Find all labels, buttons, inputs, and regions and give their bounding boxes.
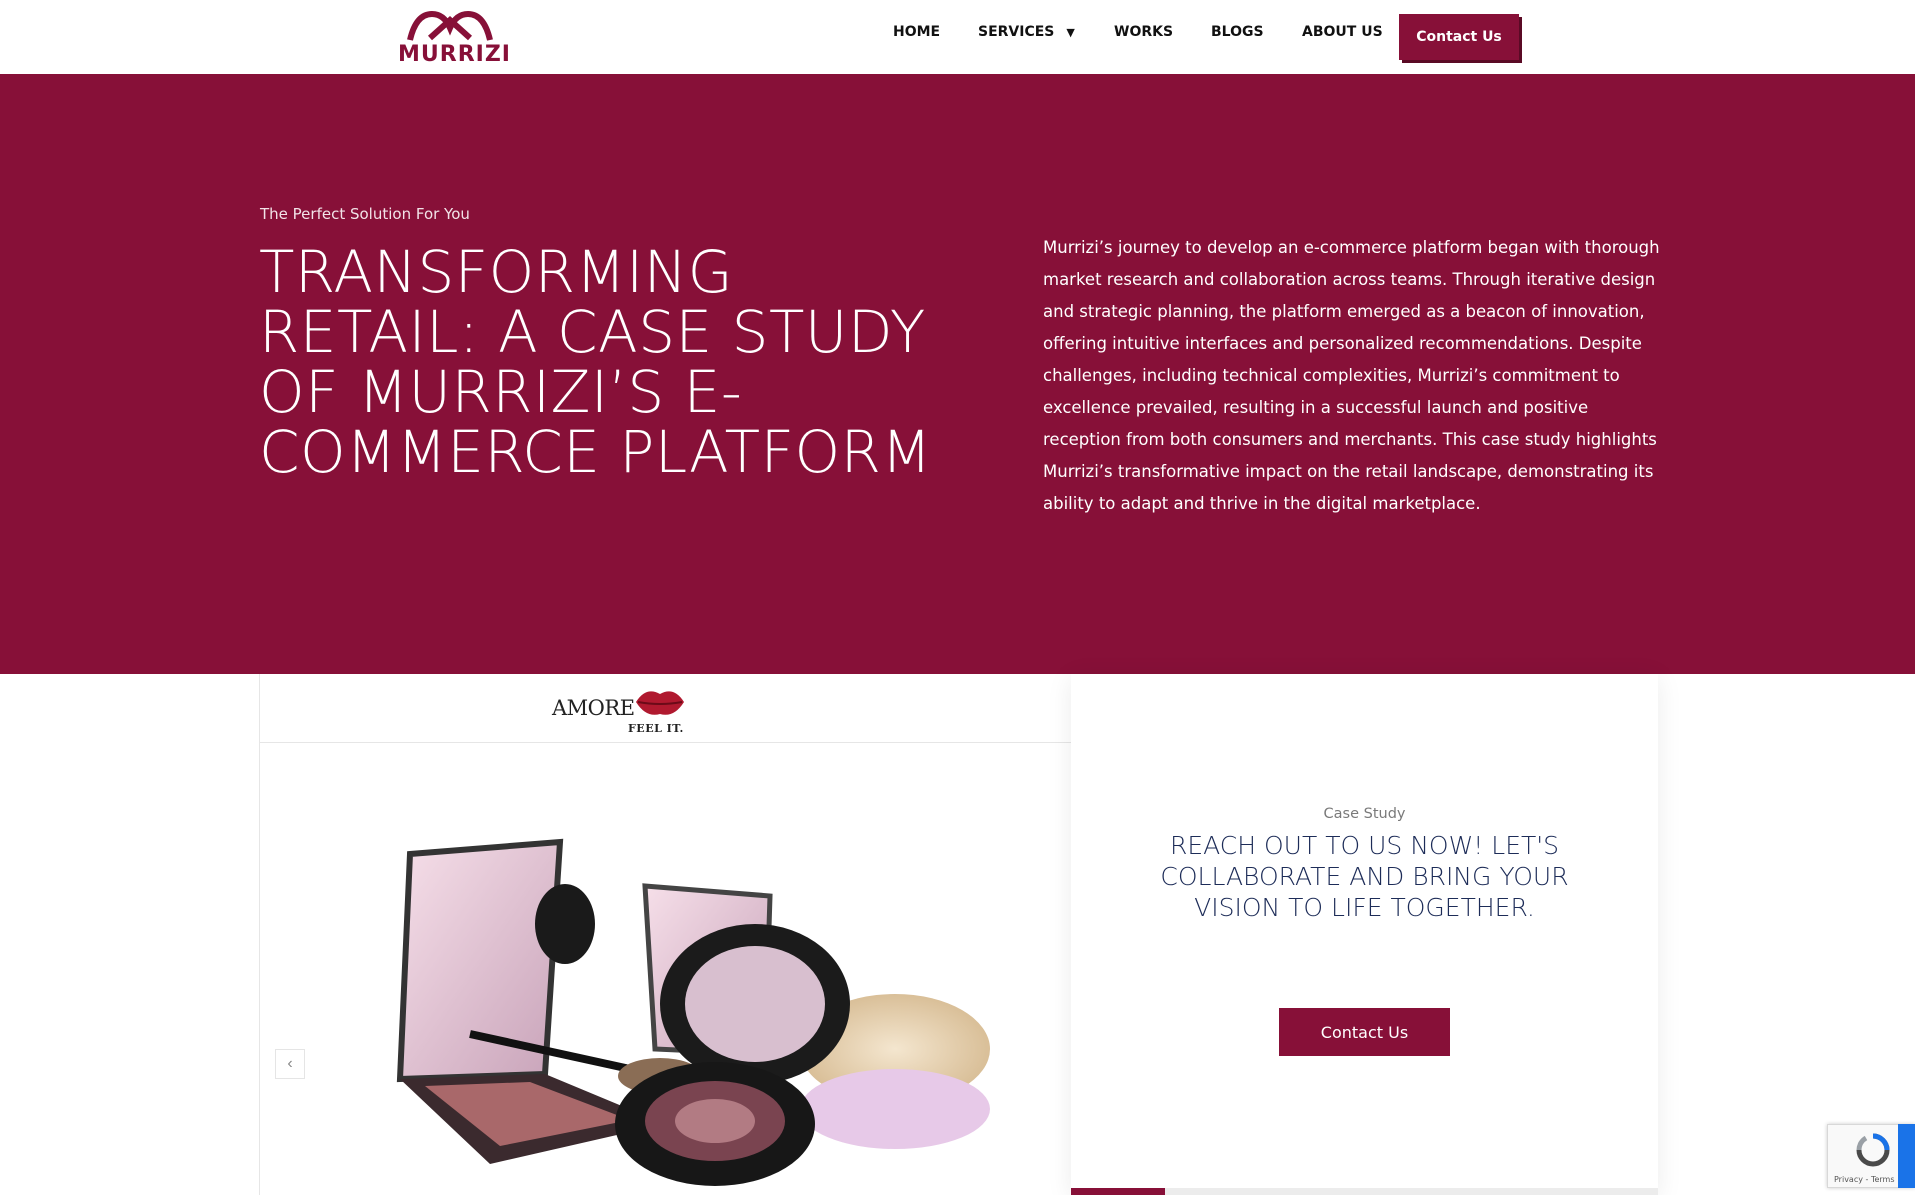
slider-prev-button[interactable]: ‹ [275, 1049, 305, 1079]
nav-works[interactable]: WORKS [1114, 24, 1173, 50]
slide-progress-fill [1071, 1188, 1165, 1195]
logo-mark-icon [407, 10, 493, 41]
card-contact-button[interactable]: Contact Us [1279, 1008, 1450, 1056]
hero-description: Murrizi’s journey to develop an e-commer… [1043, 238, 1660, 513]
lips-icon [636, 691, 684, 715]
brand-tagline: FEEL IT. [628, 722, 684, 735]
makeup-product-image [396, 838, 990, 1186]
nav-services[interactable]: SERVICES ▼ [978, 24, 1075, 50]
brand-name: AMORE [552, 696, 635, 720]
nav-services-label: SERVICES [978, 24, 1055, 40]
caret-down-icon: ▼ [1066, 26, 1075, 39]
case-study-slider: AMORE FEEL IT. ‹ [259, 674, 1072, 1195]
logo-wordmark: MURRIZI [398, 42, 511, 67]
nav-blogs[interactable]: BLOGS [1211, 24, 1264, 50]
chevron-left-icon: ‹ [287, 1055, 293, 1072]
recaptcha-tab [1898, 1124, 1915, 1188]
hero-section: The Perfect Solution For You TRANSFORMIN… [0, 74, 1915, 674]
hero-subtitle: The Perfect Solution For You [260, 205, 470, 223]
case-study-label: Case Study [1323, 806, 1406, 822]
nav-about-us[interactable]: ABOUT US [1302, 24, 1383, 50]
case-study-heading: REACH OUT TO US NOW! LET'S COLLABORATE A… [1160, 831, 1569, 922]
case-study-card: Case Study REACH OUT TO US NOW! LET'S CO… [1071, 674, 1658, 1195]
slide-progress-bar [1071, 1188, 1658, 1195]
slide-brand-bar: AMORE FEEL IT. [260, 674, 1072, 743]
hero-title: TRANSFORMING RETAIL: A CASE STUDY OF MUR… [259, 238, 932, 486]
recaptcha-icon [1856, 1133, 1890, 1167]
site-header: MURRIZI HOME SERVICES ▼ WORKS BLOGS ABOUT… [0, 0, 1915, 74]
murrizi-logo[interactable]: MURRIZI [398, 8, 511, 67]
nav-home[interactable]: HOME [893, 24, 940, 50]
recaptcha-links[interactable]: Privacy - Terms [1834, 1175, 1895, 1184]
amore-brand-logo: AMORE FEEL IT. [552, 682, 692, 738]
header-contact-button[interactable]: Contact Us [1399, 14, 1519, 60]
